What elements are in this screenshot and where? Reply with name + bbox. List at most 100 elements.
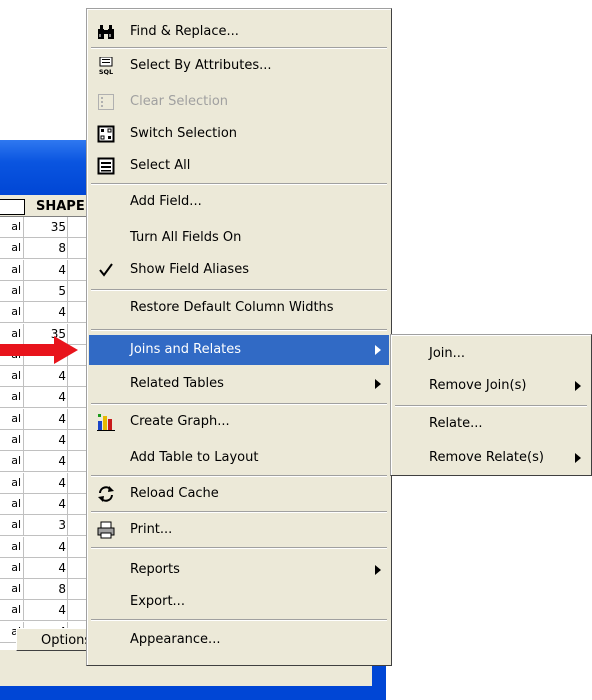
sql-select-icon: SQL [99,57,113,75]
joins-relates-submenu: Join... Remove Join(s) Relate... Remove … [390,334,592,476]
shape-value-cell: 4 [28,387,68,408]
menu-item-label: Export... [130,594,185,609]
menu-item-label: Add Table to Layout [130,450,259,465]
table-row[interactable]: al4 [0,430,100,451]
shape-value-cell: 8 [28,579,68,600]
submenu-arrow-icon [575,381,581,391]
menu-item-label: Find & Replace... [130,24,239,39]
submenu-arrow-icon [375,379,381,389]
shape-value-cell: 4 [28,259,68,280]
submenu-item-label: Join... [429,346,466,361]
menu-item-reports[interactable]: Reports [89,555,389,585]
table-row[interactable]: al4 [0,536,100,558]
menu-separator [91,403,387,405]
menu-item-label: Print... [130,522,173,537]
menu-item-switch-selection[interactable]: Switch Selection [89,119,389,149]
menu-item-label: Clear Selection [130,94,229,109]
menu-item-export[interactable]: Export... [89,587,389,617]
menu-item-create-graph[interactable]: Create Graph... [89,407,389,437]
menu-item-label: Appearance... [130,632,221,647]
submenu-arrow-icon [575,453,581,463]
menu-item-show-field-aliases[interactable]: Show Field Aliases [89,255,389,285]
table-row[interactable]: al 3 [0,515,100,537]
menu-item-label: Switch Selection [130,126,238,141]
menu-item-related-tables[interactable]: Related Tables [89,369,389,399]
menu-item-find-replace[interactable]: Find & Replace... [89,17,389,47]
row-type-cell: al [0,217,24,237]
submenu-item-remove-joins[interactable]: Remove Join(s) [393,371,589,401]
table-row[interactable]: al 5 [0,280,100,302]
table-row[interactable]: al 35 [0,217,100,238]
table-row[interactable]: al4 [0,408,100,430]
table-row[interactable]: al4 [0,557,100,579]
options-button-label: Options [41,633,92,648]
menu-item-appearance[interactable]: Appearance... [89,625,389,655]
table-row[interactable]: al 8 [0,579,100,601]
table-row[interactable]: al4 [0,366,100,388]
menu-item-joins-and-relates[interactable]: Joins and Relates [89,335,389,365]
submenu-item-join[interactable]: Join... [393,339,589,369]
row-type-cell: al [0,280,24,301]
svg-text:SQL: SQL [99,68,113,75]
shape-value-cell: 4 [28,302,68,323]
row-type-cell: al [0,387,24,408]
shape-value-cell: 4 [28,493,68,514]
menu-separator [91,511,387,513]
shape-value-cell: 4 [28,472,68,493]
menu-item-label: Select All [130,158,191,173]
table-options-menu: Find & Replace... SQL Select By Attribut… [86,8,392,666]
menu-item-turn-all-fields-on[interactable]: Turn All Fields On [89,223,389,253]
row-type-cell: al [0,557,24,578]
table-row[interactable]: al4 [0,302,100,324]
table-row[interactable]: al4 [0,387,100,409]
shape-value-cell: 3 [28,515,68,536]
menu-item-restore-default-column-widths[interactable]: Restore Default Column Widths [89,293,389,323]
graph-icon [97,414,115,431]
table-row[interactable]: al4 [0,472,100,494]
menu-item-add-table-to-layout[interactable]: Add Table to Layout [89,443,389,473]
submenu-item-relate[interactable]: Relate... [393,409,589,439]
menu-item-label: Reload Cache [130,486,219,501]
table-row[interactable]: al4 [0,493,100,515]
menu-separator [91,289,387,291]
shape-value-cell: 4 [28,366,68,387]
shape-value-cell: 4 [28,408,68,429]
row-type-cell: al [0,238,24,259]
menu-item-label: Restore Default Column Widths [130,300,334,315]
menu-item-clear-selection[interactable]: Clear Selection [89,87,389,117]
printer-icon [97,521,115,539]
submenu-item-remove-relates[interactable]: Remove Relate(s) [393,443,589,473]
row-type-cell: al [0,493,24,514]
switch-selection-icon [97,125,115,143]
menu-separator [395,405,587,407]
menu-item-label: Joins and Relates [130,342,242,357]
reload-icon [98,486,114,502]
header-selector-cell[interactable] [0,199,25,215]
row-type-cell: al [0,579,24,600]
binoculars-icon [98,25,114,39]
menu-item-select-all[interactable]: Select All [89,151,389,181]
row-type-cell: al [0,515,24,536]
checkmark-icon [99,263,113,277]
table-row[interactable]: al 8 [0,238,100,260]
shape-value-cell: 8 [28,238,68,259]
menu-item-label: Turn All Fields On [130,230,242,245]
menu-item-add-field[interactable]: Add Field... [89,187,389,217]
row-type-cell: al [0,302,24,323]
window-border-bottom [0,686,386,700]
table-row[interactable]: al4 [0,600,100,622]
shape-value-cell: 4 [28,536,68,557]
submenu-item-label: Relate... [429,416,483,431]
menu-item-label: Related Tables [130,376,224,391]
table-row[interactable]: al4 [0,451,100,473]
menu-separator [91,547,387,549]
shape-value-cell: 35 [28,217,68,237]
menu-item-print[interactable]: Print... [89,515,389,545]
red-pointer-arrow-icon [0,336,78,364]
shape-value-cell: 5 [28,280,68,301]
attribute-grid[interactable]: SHAPE al35al8al4al5al4al35al7al4al4al4al… [0,198,100,650]
menu-item-select-by-attributes[interactable]: SQL Select By Attributes... [89,51,389,81]
table-row[interactable]: al4 [0,259,100,281]
menu-item-label: Add Field... [130,194,202,209]
menu-item-reload-cache[interactable]: Reload Cache [89,479,389,509]
